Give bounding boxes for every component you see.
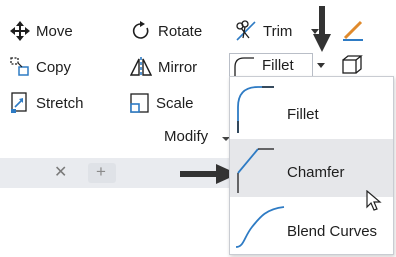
copy-label: Copy bbox=[36, 58, 72, 76]
scale-label: Scale bbox=[156, 94, 194, 112]
copy-button[interactable]: Copy bbox=[10, 54, 71, 80]
panel-title-modify[interactable]: Modify bbox=[164, 128, 208, 145]
mouse-cursor-icon bbox=[366, 190, 382, 211]
scale-button[interactable]: Scale bbox=[130, 90, 194, 116]
fillet-chevron-down-icon[interactable] bbox=[316, 60, 326, 70]
stretch-button[interactable]: Stretch bbox=[10, 90, 84, 116]
move-icon bbox=[10, 21, 30, 41]
dropdown-item-chamfer-label: Chamfer bbox=[287, 164, 345, 181]
blend-curve-icon bbox=[235, 206, 285, 248]
array-box-icon[interactable] bbox=[341, 54, 363, 76]
dropdown-item-blend-curves-label: Blend Curves bbox=[287, 223, 378, 240]
scale-icon bbox=[130, 93, 149, 113]
rotate-icon bbox=[132, 21, 149, 39]
fillet-icon bbox=[234, 57, 254, 76]
pencil-icon[interactable] bbox=[341, 18, 365, 42]
pointer-arrow-down bbox=[313, 6, 331, 52]
move-button[interactable]: Move bbox=[10, 18, 73, 44]
new-tab-button[interactable]: + bbox=[88, 162, 116, 183]
dropdown-item-fillet[interactable]: Fillet bbox=[230, 79, 393, 137]
rotate-label: Rotate bbox=[158, 22, 203, 40]
trim-button[interactable]: Trim bbox=[235, 18, 292, 44]
close-tab-icon[interactable]: ✕ bbox=[54, 162, 67, 182]
move-label: Move bbox=[36, 22, 73, 40]
dropdown-item-chamfer[interactable]: Chamfer bbox=[230, 139, 393, 197]
mirror-label: Mirror bbox=[158, 58, 198, 76]
stretch-label: Stretch bbox=[36, 94, 84, 112]
chamfer-line-icon bbox=[237, 148, 274, 193]
stretch-icon bbox=[11, 92, 27, 113]
mirror-icon bbox=[130, 57, 152, 77]
plus-icon: + bbox=[96, 162, 106, 181]
rotate-button[interactable]: Rotate bbox=[132, 18, 202, 44]
dropdown-item-fillet-label: Fillet bbox=[287, 106, 319, 123]
copy-icon bbox=[10, 57, 29, 76]
fillet-label: Fillet bbox=[262, 57, 294, 74]
trim-icon bbox=[236, 20, 256, 41]
trim-label: Trim bbox=[263, 22, 293, 40]
mirror-button[interactable]: Mirror bbox=[130, 54, 197, 80]
fillet-curve-icon bbox=[237, 86, 274, 133]
fillet-dropdown-menu: Fillet Chamfer Blend Curves bbox=[229, 76, 394, 255]
